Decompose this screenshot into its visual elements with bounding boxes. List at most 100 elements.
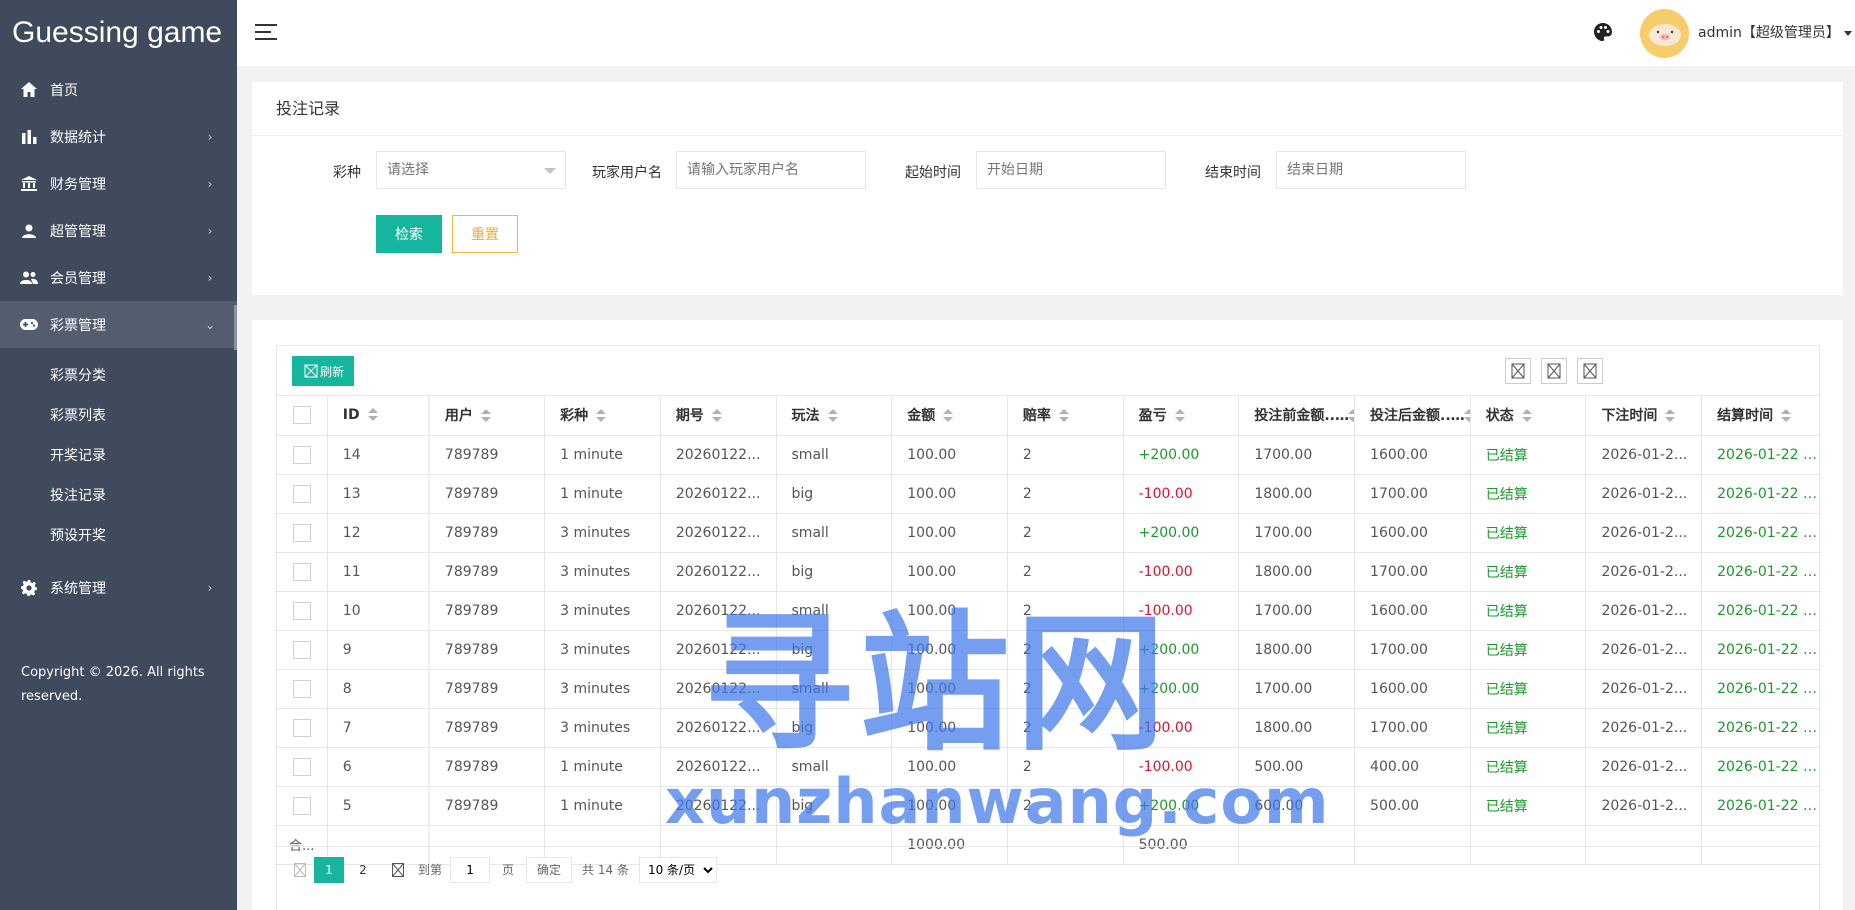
prev-page-icon[interactable] [292, 861, 308, 879]
cell-odds: 2 [1007, 786, 1124, 826]
sidebar-item-super-admin[interactable]: 超管管理 › [0, 207, 237, 254]
sidebar-item-home[interactable]: 首页 [0, 66, 237, 113]
column-header-profit-loss[interactable]: 盈亏 [1123, 396, 1240, 436]
column-header-amount[interactable]: 金额 [891, 396, 1008, 436]
row-checkbox[interactable] [292, 718, 311, 737]
row-checkbox[interactable] [292, 601, 311, 620]
next-page-icon[interactable] [390, 861, 406, 879]
sort-icon[interactable] [943, 409, 954, 423]
export-icon[interactable] [1541, 358, 1567, 384]
cell-odds: 2 [1007, 630, 1124, 670]
submenu-item-lottery-list[interactable]: 彩票列表 [0, 396, 237, 436]
sort-icon[interactable] [1665, 409, 1676, 423]
sort-icon[interactable] [827, 409, 838, 423]
reset-button[interactable]: 重置 [452, 215, 518, 253]
cell-period: 20260122... [660, 786, 777, 826]
page-button[interactable]: 2 [348, 857, 378, 883]
cell-bet-time: 2026-01-2... [1585, 552, 1703, 592]
table-row[interactable]: 8 789789 3 minutes 20260122... small 100.00 2 +… [277, 669, 1819, 709]
broken-image-icon [304, 364, 318, 378]
user-menu[interactable]: admin【超级管理员】 [1698, 22, 1852, 42]
column-header-odds[interactable]: 赔率 [1007, 396, 1124, 436]
cell-bet-time: 2026-01-2... [1585, 708, 1703, 748]
refresh-button[interactable]: 刷新 [292, 356, 355, 386]
row-checkbox[interactable] [292, 484, 311, 503]
column-header-bet-time[interactable]: 下注时间 [1585, 396, 1703, 436]
column-header-balance-after[interactable]: 投注后金额... [1354, 396, 1471, 436]
sort-icon[interactable] [480, 409, 491, 423]
row-checkbox[interactable] [292, 445, 311, 464]
page-button-current[interactable]: 1 [314, 856, 344, 883]
sidebar-item-label: 彩票管理 [50, 317, 106, 334]
row-checkbox[interactable] [292, 640, 311, 659]
sidebar-item-finance[interactable]: 财务管理 › [0, 160, 237, 207]
sort-icon[interactable] [1781, 409, 1792, 423]
cell-profit-loss: -100.00 [1123, 708, 1240, 748]
cell-user: 789789 [427, 669, 546, 709]
table-row[interactable]: 13 789789 1 minute 20260122... big 100.00 2 -10… [277, 474, 1819, 514]
column-header-play[interactable]: 玩法 [776, 396, 893, 436]
cell-play: small [776, 747, 893, 787]
sidebar-item-system[interactable]: 系统管理 › [0, 564, 237, 611]
column-header-settle-time[interactable]: 结算时间 [1701, 396, 1819, 436]
cell-amount: 100.00 [891, 669, 1008, 709]
table-row[interactable]: 7 789789 3 minutes 20260122... big 100.00 2 -10… [277, 708, 1819, 748]
select-all-checkbox[interactable] [292, 406, 311, 425]
end-date-input[interactable] [1276, 151, 1466, 189]
sidebar-item-statistics[interactable]: 数据统计 › [0, 113, 237, 160]
row-checkbox[interactable] [292, 679, 311, 698]
column-header-status[interactable]: 状态 [1470, 396, 1587, 436]
row-checkbox[interactable] [292, 757, 311, 776]
sort-icon[interactable] [367, 408, 378, 422]
submenu-item-draw-records[interactable]: 开奖记录 [0, 436, 237, 476]
cell-user: 789789 [427, 435, 546, 475]
submenu-item-preset-draw[interactable]: 预设开奖 [0, 516, 237, 556]
table-row[interactable]: 5 789789 1 minute 20260122... big 100.00 2 +200… [277, 786, 1819, 826]
column-header-lottery[interactable]: 彩种 [544, 396, 661, 436]
sidebar-scrollbar[interactable] [234, 305, 237, 350]
start-date-input[interactable] [976, 151, 1166, 189]
table-row[interactable]: 6 789789 1 minute 20260122... small 100.00 2 -1… [277, 747, 1819, 787]
table-row[interactable]: 10 789789 3 minutes 20260122... small 100.00 2… [277, 591, 1819, 631]
filter-columns-icon[interactable] [1505, 358, 1531, 384]
column-header-id[interactable]: ID [327, 396, 430, 436]
submenu-item-lottery-category[interactable]: 彩票分类 [0, 356, 237, 396]
sidebar-item-label: 会员管理 [50, 270, 106, 287]
player-username-input[interactable] [676, 151, 866, 189]
cell-balance-before: 600.00 [1238, 786, 1356, 826]
column-header-period[interactable]: 期号 [660, 396, 777, 436]
sidebar-item-members[interactable]: 会员管理 › [0, 254, 237, 301]
sort-icon[interactable] [711, 409, 722, 423]
row-checkbox[interactable] [292, 796, 311, 815]
goto-page-input[interactable] [450, 856, 491, 883]
sort-icon[interactable] [1521, 409, 1532, 423]
menu-toggle-icon[interactable] [255, 24, 277, 42]
cell-user: 789789 [427, 786, 546, 826]
avatar[interactable] [1640, 9, 1689, 58]
cell-lottery: 3 minutes [544, 630, 661, 670]
column-header-user[interactable]: 用户 [427, 396, 546, 436]
search-button[interactable]: 检索 [376, 215, 442, 253]
page-size-select[interactable]: 10 条/页 [638, 856, 717, 883]
sort-icon[interactable] [1058, 409, 1069, 423]
cell-settle-time: 2026-01-22 12:54 [1701, 435, 1819, 475]
goto-confirm-button[interactable]: 确定 [526, 856, 573, 883]
print-icon[interactable] [1577, 358, 1603, 384]
sidebar-item-label: 首页 [50, 82, 78, 99]
table-row[interactable]: 14 789789 1 minute 20260122... small 100.00 2 +… [277, 435, 1819, 475]
cell-lottery: 1 minute [544, 747, 661, 787]
lottery-select[interactable] [376, 151, 566, 189]
row-checkbox[interactable] [292, 523, 311, 542]
sort-icon[interactable] [596, 409, 607, 423]
sort-icon[interactable] [1174, 409, 1185, 423]
column-header-balance-before[interactable]: 投注前金额... [1238, 396, 1356, 436]
sort-icon[interactable] [1348, 409, 1354, 423]
table-row[interactable]: 12 789789 3 minutes 20260122... small 100.00 2… [277, 513, 1819, 553]
table-row[interactable]: 9 789789 3 minutes 20260122... big 100.00 2 +20… [277, 630, 1819, 670]
submenu-item-bet-records[interactable]: 投注记录 [0, 476, 237, 516]
table-row[interactable]: 11 789789 3 minutes 20260122... big 100.00 2 -1… [277, 552, 1819, 592]
palette-icon[interactable] [1593, 22, 1615, 44]
sidebar-item-label: 财务管理 [50, 176, 106, 193]
row-checkbox[interactable] [292, 562, 311, 581]
sidebar-item-lottery[interactable]: 彩票管理 ⌄ [0, 301, 237, 348]
